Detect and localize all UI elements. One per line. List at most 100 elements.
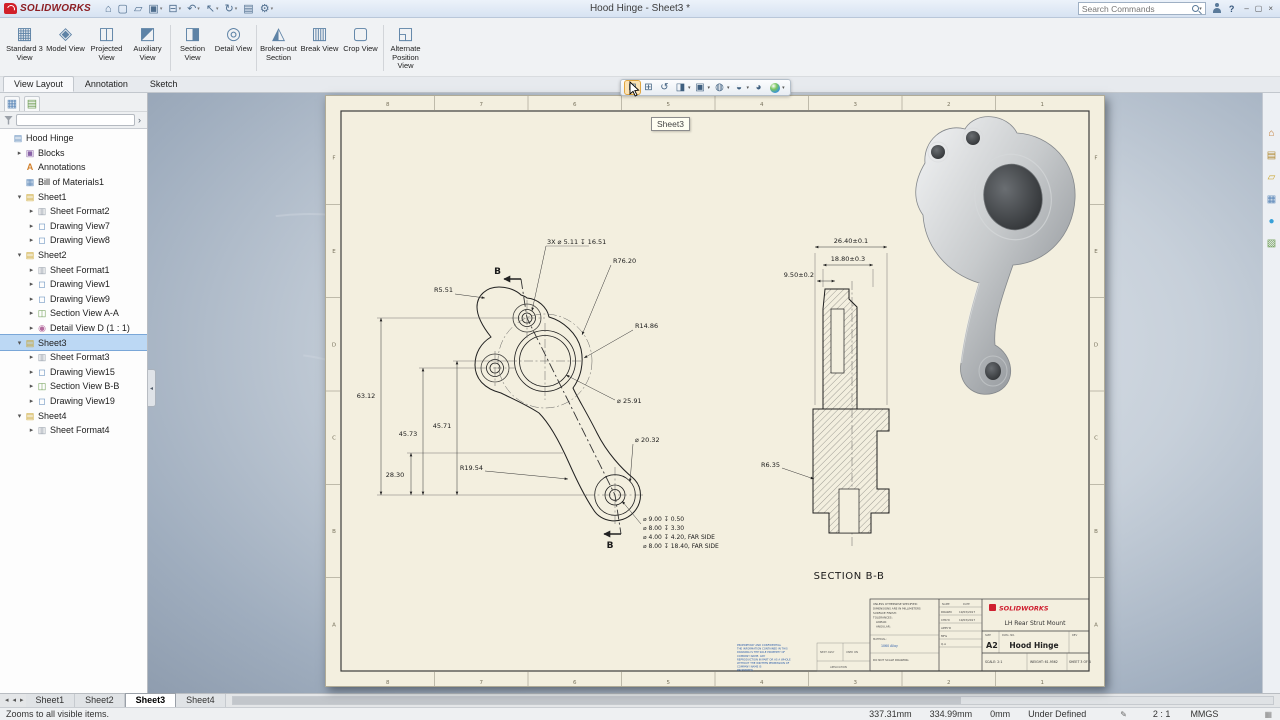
tree-item[interactable]: ▸ Section View B-B [0,379,147,394]
ribbon-button[interactable]: Section View [172,20,213,76]
menu-button[interactable]: ▱ [132,1,144,17]
dimension[interactable]: 9.50±0.2 [784,271,814,279]
tree-item[interactable]: ▸ Sheet Format3 [0,350,147,365]
dimension[interactable]: 63.12 [357,392,376,400]
horizontal-scrollbar[interactable] [232,696,1274,705]
menu-button[interactable]: ▢ [116,1,130,17]
dimension[interactable]: ⌀ 4.00 ↧ 4.20, FAR SIDE [643,534,715,541]
expand-arrow-icon[interactable]: ▸ [27,222,36,230]
tree-item[interactable]: ▸ Section View A-A [0,306,147,321]
tree-item[interactable]: ▾ Sheet3 [0,335,147,350]
featuremanager-tab-icon[interactable]: ▦ [4,96,20,111]
dimension[interactable]: ⌀ 8.00 ↧ 3.30 [643,525,684,532]
tree-item[interactable]: ▸ Blocks [0,146,147,161]
tree-item[interactable]: ▸ Drawing View9 [0,292,147,307]
ribbon-button[interactable]: Crop View [340,20,381,76]
tree-item[interactable]: ▾ Sheet4 [0,408,147,423]
expand-arrow-icon[interactable]: ▸ [15,149,24,157]
tree-item[interactable]: Hood Hinge [0,131,147,146]
expand-arrow-icon[interactable]: ▾ [15,193,24,201]
expand-arrow-icon[interactable]: ▸ [27,368,36,376]
maximize-button[interactable]: ▢ [1252,4,1266,13]
expand-arrow-icon[interactable]: ▸ [27,426,36,434]
tree-item[interactable]: ▸ Detail View D (1 : 1) [0,321,147,336]
expand-arrow-icon[interactable]: ▾ [15,339,24,347]
unit-system[interactable]: MMGS [1190,709,1218,719]
menu-button[interactable]: ⚙ [258,1,275,17]
dimension[interactable]: 28.30 [386,471,405,479]
tree-item[interactable]: ▸ Drawing View1 [0,277,147,292]
ribbon-button[interactable]: Broken-out Section [258,20,299,76]
appearances-icon[interactable]: ● [1265,215,1279,229]
menu-button[interactable]: ▣ [146,1,164,17]
tree-item[interactable]: ▸ Sheet Format4 [0,423,147,438]
hud-button[interactable] [732,81,751,94]
dwg-number[interactable]: Hood Hinge [1009,641,1058,650]
ribbon-tab[interactable]: View Layout [3,76,74,92]
panel-flyout-icon[interactable]: › [135,115,144,125]
menu-button[interactable]: ↶ [185,1,202,17]
sheet-tab[interactable]: Sheet1 [26,694,76,707]
section-mark-label[interactable]: B [607,541,614,551]
menu-button[interactable]: ↖ [204,1,221,17]
resources-icon[interactable]: ⌂ [1265,127,1279,141]
dimension[interactable]: 3X ⌀ 5.11 ↧ 16.51 [547,238,606,246]
tree-item[interactable]: ▸ Drawing View19 [0,394,147,409]
dimension[interactable]: 18.80±0.3 [831,255,865,263]
propertymanager-tab-icon[interactable]: ▤ [24,96,40,111]
hud-button[interactable] [693,81,712,94]
sheet-tab[interactable]: Sheet3 [125,693,177,707]
dimension[interactable]: R5.51 [434,286,453,294]
sheet-scale[interactable]: 2 : 1 [1153,709,1171,719]
expand-arrow-icon[interactable]: ▸ [27,382,36,390]
dimension[interactable]: 45.71 [433,422,452,430]
tree-item[interactable]: ▸ Sheet Format2 [0,204,147,219]
dimension[interactable]: ⌀ 9.00 ↧ 0.50 [643,516,684,523]
expand-arrow-icon[interactable]: ▸ [27,236,36,244]
dimension[interactable]: R14.86 [635,322,658,330]
expand-arrow-icon[interactable]: ▸ [27,309,36,317]
expand-arrow-icon[interactable]: ▾ [15,251,24,259]
hud-button[interactable] [751,81,766,94]
tree-item[interactable]: ▾ Sheet2 [0,248,147,263]
user-account-icon[interactable] [1213,3,1222,14]
tree-item[interactable]: ▸ Drawing View7 [0,219,147,234]
sheet-tab[interactable]: Sheet2 [75,694,125,707]
ribbon-button[interactable]: Model View [45,20,86,76]
dimension[interactable]: ⌀ 8.00 ↧ 18.40, FAR SIDE [643,543,719,550]
sheet-tab[interactable]: Sheet4 [176,694,226,707]
hud-button[interactable] [657,81,672,94]
ribbon-tab[interactable]: Annotation [74,76,139,92]
expand-arrow-icon[interactable]: ▸ [27,266,36,274]
menu-button[interactable]: ▤ [241,1,255,17]
hud-button[interactable] [712,81,731,94]
close-button[interactable]: × [1265,4,1276,13]
expand-arrow-icon[interactable]: ▸ [27,280,36,288]
expand-arrow-icon[interactable]: ▸ [27,397,36,405]
minimize-button[interactable]: – [1241,4,1251,13]
design-library-icon[interactable]: ▤ [1265,149,1279,163]
panel-collapse-handle[interactable]: ◂ [148,369,156,407]
search-input[interactable] [1082,4,1192,14]
expand-arrow-icon[interactable]: ▸ [27,324,36,332]
file-explorer-icon[interactable]: ▱ [1265,171,1279,185]
dimension[interactable]: 45.73 [399,430,418,438]
filter-icon[interactable] [4,116,13,125]
first-sheet-button[interactable]: ◂ [3,694,11,707]
drawing-sheet[interactable]: 8765432187654321FEDCBAFEDCBA [325,95,1105,687]
hud-button[interactable] [673,81,692,94]
expand-arrow-icon[interactable]: ▾ [15,412,24,420]
help-icon[interactable]: ? [1229,4,1235,14]
dimension[interactable]: ⌀ 25.91 [617,397,642,405]
tree-item[interactable]: ▸ Drawing View8 [0,233,147,248]
section-mark-label[interactable]: B [494,267,501,277]
ribbon-button[interactable]: Break View [299,20,340,76]
ribbon-button[interactable]: Alternate Position View [385,20,426,76]
view-palette-icon[interactable]: ▦ [1265,193,1279,207]
dimension[interactable]: R19.54 [460,464,483,472]
menu-button[interactable]: ⊟ [166,1,183,17]
ribbon-button[interactable]: Projected View [86,20,127,76]
next-sheet-button[interactable]: ▸ [18,694,26,707]
material-value[interactable]: 1060 Alloy [881,644,898,648]
tree-filter-input[interactable] [16,114,135,126]
